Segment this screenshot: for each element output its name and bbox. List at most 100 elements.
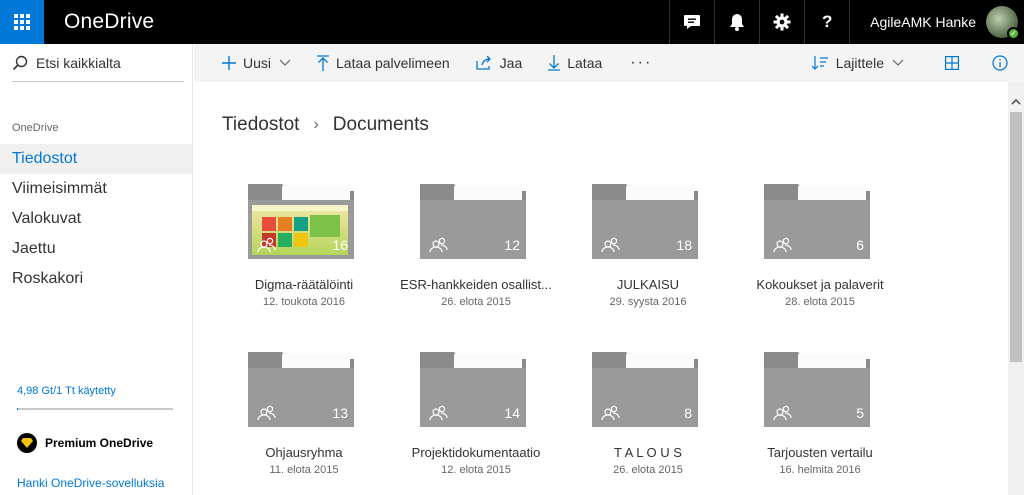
nav-header: OneDrive xyxy=(12,122,59,134)
folder-tile[interactable]: 12 ESR-hankkeiden osallist... 26. elota … xyxy=(390,182,562,322)
nav-item-photos[interactable]: Valokuvat xyxy=(0,204,192,234)
gear-icon xyxy=(773,13,791,31)
shared-people-icon xyxy=(601,237,620,253)
new-button[interactable]: Uusi xyxy=(222,55,291,71)
shared-people-icon xyxy=(257,405,276,421)
folder-tile[interactable]: 18 JULKAISU 29. syysta 2016 xyxy=(562,182,734,322)
sort-button[interactable]: Lajittele xyxy=(811,55,904,71)
settings-button[interactable] xyxy=(759,0,804,44)
shared-people-icon xyxy=(773,405,792,421)
folder-date: 28. elota 2015 xyxy=(785,296,855,308)
nav-item-shared[interactable]: Jaettu xyxy=(0,234,192,264)
folder-tile[interactable]: 5 Tarjousten vertailu 16. helmita 2016 xyxy=(734,350,906,490)
item-count: 6 xyxy=(856,237,864,253)
view-toggle-button[interactable] xyxy=(928,44,976,82)
plus-icon xyxy=(222,56,236,70)
chat-icon xyxy=(684,15,701,29)
storage-quota-bar xyxy=(17,408,173,410)
user-name: AgileAMK Hanke xyxy=(870,14,976,30)
folder-tile[interactable]: 13 Ohjausryhma 11. elota 2015 xyxy=(218,350,390,490)
account-manager[interactable]: AgileAMK Hanke ✓ xyxy=(849,0,1024,44)
item-count: 13 xyxy=(332,405,348,421)
folder-name[interactable]: Tarjousten vertailu xyxy=(734,445,906,460)
new-label: Uusi xyxy=(243,55,272,71)
nav-item-recycle-bin[interactable]: Roskakori xyxy=(0,264,192,294)
chat-button[interactable] xyxy=(669,0,714,44)
sort-label: Lajittele xyxy=(835,55,884,71)
chevron-down-icon xyxy=(892,59,904,66)
folder-name[interactable]: Ohjausryhma xyxy=(218,445,390,460)
app-launcher-button[interactable] xyxy=(0,0,44,44)
folder-name[interactable]: Digma-räätälöinti xyxy=(218,277,390,292)
folder-name[interactable]: Projektidokumentaatio xyxy=(390,445,562,460)
folder-tile[interactable]: 16 Digma-räätälöinti 12. toukota 2016 xyxy=(218,182,390,322)
folder-icon: 13 xyxy=(248,350,354,427)
presence-check-icon: ✓ xyxy=(1007,27,1020,40)
search-icon xyxy=(12,55,28,70)
download-button[interactable]: Lataa xyxy=(548,55,602,71)
search-box[interactable]: Etsi kaikkialta xyxy=(12,44,184,82)
folder-tile[interactable]: 8 T A L O U S 26. elota 2015 xyxy=(562,350,734,490)
shared-people-icon xyxy=(429,405,448,421)
share-icon xyxy=(476,56,491,70)
waffle-icon xyxy=(14,14,30,30)
folder-name[interactable]: T A L O U S xyxy=(562,445,734,460)
share-button[interactable]: Jaa xyxy=(476,55,523,71)
avatar: ✓ xyxy=(986,6,1020,40)
app-title[interactable]: OneDrive xyxy=(64,10,154,34)
folder-icon: 5 xyxy=(764,350,870,427)
scrollbar-thumb[interactable] xyxy=(1010,112,1022,362)
more-commands-button[interactable]: ··· xyxy=(630,54,652,72)
shared-people-icon xyxy=(257,237,276,253)
folder-name[interactable]: Kokoukset ja palaverit xyxy=(734,277,906,292)
info-pane-button[interactable] xyxy=(976,44,1024,82)
chevron-up-icon xyxy=(1011,98,1021,105)
nav-item-files[interactable]: Tiedostot xyxy=(0,144,192,174)
chevron-right-icon: › xyxy=(313,116,319,133)
download-icon xyxy=(548,55,561,71)
download-label: Lataa xyxy=(567,55,603,71)
sort-icon xyxy=(811,56,828,70)
main-content: Tiedostot › Documents 16 Digma-räätälöin… xyxy=(194,82,1008,495)
folder-tile[interactable]: 6 Kokoukset ja palaverit 28. elota 2015 xyxy=(734,182,906,322)
chevron-down-icon xyxy=(279,59,291,66)
item-count: 16 xyxy=(332,237,348,253)
folder-icon: 14 xyxy=(420,350,526,427)
notifications-button[interactable] xyxy=(714,0,759,44)
shared-people-icon xyxy=(773,237,792,253)
folder-icon: 16 xyxy=(248,182,354,259)
shared-people-icon xyxy=(429,237,448,253)
nav-list: Tiedostot Viimeisimmät Valokuvat Jaettu … xyxy=(0,144,192,294)
item-count: 8 xyxy=(684,405,692,421)
bell-icon xyxy=(730,14,745,31)
breadcrumb: Tiedostot › Documents xyxy=(222,114,429,136)
get-apps-link[interactable]: Hanki OneDrive-sovelluksia xyxy=(17,476,164,490)
folder-icon: 6 xyxy=(764,182,870,259)
folder-date: 12. toukota 2016 xyxy=(263,296,345,308)
nav-item-recent[interactable]: Viimeisimmät xyxy=(0,174,192,204)
premium-link[interactable]: Premium OneDrive xyxy=(17,433,153,453)
folder-date: 26. elota 2015 xyxy=(441,296,511,308)
breadcrumb-root[interactable]: Tiedostot xyxy=(222,114,299,136)
help-icon: ? xyxy=(821,12,833,31)
item-count: 12 xyxy=(504,237,520,253)
top-bar: OneDrive ? AgileAMK Hanke ✓ xyxy=(0,0,1024,44)
left-nav: Etsi kaikkialta OneDrive Tiedostot Viime… xyxy=(0,44,193,495)
folder-tile[interactable]: 14 Projektidokumentaatio 12. elota 2015 xyxy=(390,350,562,490)
vertical-scrollbar[interactable] xyxy=(1008,82,1024,495)
folder-name[interactable]: JULKAISU xyxy=(562,277,734,292)
folder-icon: 8 xyxy=(592,350,698,427)
search-placeholder: Etsi kaikkialta xyxy=(36,54,121,71)
folder-name[interactable]: ESR-hankkeiden osallist... xyxy=(390,277,562,292)
folder-date: 11. elota 2015 xyxy=(269,464,339,476)
folder-date: 16. helmita 2016 xyxy=(779,464,861,476)
help-button[interactable]: ? xyxy=(804,0,849,44)
share-label: Jaa xyxy=(499,55,523,71)
breadcrumb-current: Documents xyxy=(332,114,429,135)
storage-quota-link[interactable]: 4,98 Gt/1 Tt käytetty xyxy=(17,385,116,397)
upload-button[interactable]: Lataa palvelimeen xyxy=(317,55,450,71)
info-icon xyxy=(992,55,1008,71)
upload-label: Lataa palvelimeen xyxy=(336,55,450,71)
shared-people-icon xyxy=(601,405,620,421)
scroll-up-button[interactable] xyxy=(1008,94,1024,108)
